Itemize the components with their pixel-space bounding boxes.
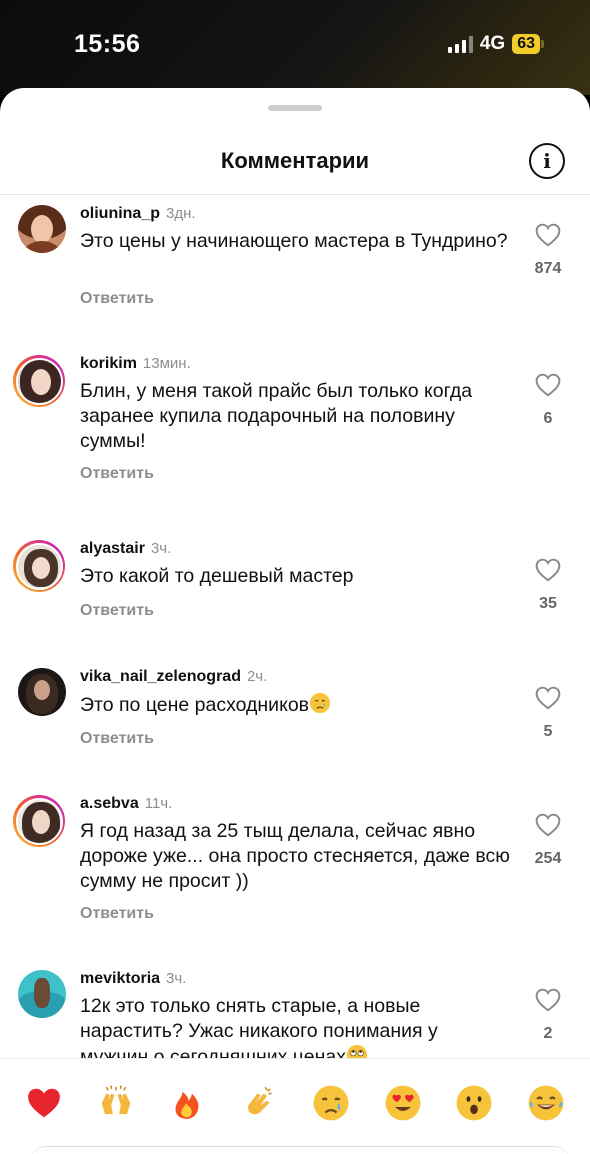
comment-username[interactable]: korikim: [80, 355, 137, 372]
comment-time: 3ч.: [150, 540, 172, 557]
comment-time: 2ч.: [246, 668, 268, 685]
comment-item: oliunina_p 3дн. Это цены у начинающего ма…: [0, 205, 590, 345]
reply-button[interactable]: Ответить: [80, 290, 154, 308]
comment-username[interactable]: meviktoria: [80, 970, 160, 987]
heart-icon[interactable]: [535, 373, 561, 397]
comment-header: oliunina_p 3дн.: [80, 205, 196, 223]
comment-time: 13мин.: [142, 355, 191, 372]
avatar[interactable]: [18, 668, 66, 716]
reply-button[interactable]: Ответить: [80, 905, 154, 923]
reply-button[interactable]: Ответить: [80, 602, 154, 620]
rolling-eyes-face-icon: [346, 1044, 368, 1058]
raising-hands-icon[interactable]: [95, 1082, 137, 1124]
comment-header: a.sebva 11ч.: [80, 795, 172, 813]
comment-username[interactable]: alyastair: [80, 540, 145, 557]
avatar[interactable]: [13, 795, 65, 847]
crying-face-icon[interactable]: [310, 1082, 352, 1124]
comment-text: Я год назад за 25 тыщ делала, сейчас явн…: [80, 820, 510, 892]
comment-text: Это по цене расходников: [80, 692, 520, 718]
avatar[interactable]: [18, 205, 66, 253]
comment-item: vika_nail_zelenograd 2ч. Это по цене расх…: [0, 668, 590, 778]
comment-item: a.sebva 11ч. Я год назад за 25 тыщ делала…: [0, 795, 590, 955]
like-count: 254: [534, 850, 562, 867]
info-icon[interactable]: i: [529, 143, 565, 179]
like-count: 35: [539, 595, 557, 612]
comment-text-content: Это по цене расходников: [80, 694, 310, 716]
surprised-face-icon[interactable]: [453, 1082, 495, 1124]
comment-text: Это какой то дешевый мастер: [80, 565, 354, 587]
reply-button[interactable]: Ответить: [80, 730, 154, 748]
tears-of-joy-face-icon[interactable]: [525, 1082, 567, 1124]
comment-username[interactable]: a.sebva: [80, 795, 139, 812]
reply-button[interactable]: Ответить: [80, 465, 154, 483]
network-type: 4G: [479, 33, 506, 54]
comment-time: 3дн.: [166, 205, 196, 222]
comment-item: meviktoria 3ч. 12к это только снять стары…: [0, 970, 590, 1058]
avatar[interactable]: [18, 970, 66, 1018]
heart-icon[interactable]: [535, 988, 561, 1012]
clapping-hands-icon[interactable]: [238, 1082, 280, 1124]
comment-username[interactable]: oliunina_p: [80, 205, 160, 222]
avatar[interactable]: [13, 355, 65, 407]
comment-text: Блин, у меня такой прайс был только когд…: [80, 380, 473, 452]
heart-eyes-face-icon[interactable]: [382, 1082, 424, 1124]
like-count: 874: [534, 260, 562, 277]
comment-header: meviktoria 3ч.: [80, 970, 186, 988]
comment-item: korikim 13мин. Блин, у меня такой прайс б…: [0, 355, 590, 525]
battery-icon: 63: [512, 34, 544, 54]
comment-text-content: 12к это только снять старые, а новые нар…: [80, 995, 438, 1058]
heart-icon[interactable]: [535, 686, 561, 710]
comment-input-peek[interactable]: [30, 1146, 570, 1154]
comment-item: alyastair 3ч. Это какой то дешевый мастер…: [0, 540, 590, 650]
comment-header: vika_nail_zelenograd 2ч.: [80, 668, 267, 686]
status-indicators: 4G 63: [447, 33, 544, 55]
fire-icon[interactable]: [166, 1082, 208, 1124]
crying-face-icon: [309, 692, 331, 714]
sheet-grab-handle[interactable]: [268, 105, 322, 111]
comment-text: Это цены у начинающего мастера в Тундрин…: [80, 230, 508, 252]
status-time: 15:56: [74, 30, 141, 58]
comment-header: alyastair 3ч.: [80, 540, 171, 558]
comment-time: 3ч.: [166, 970, 187, 987]
comment-header: korikim 13мин.: [80, 355, 191, 373]
red-heart-icon[interactable]: [23, 1082, 65, 1124]
comments-sheet: Комментарии i oliunina_p 3дн. Это цены у …: [0, 88, 590, 1154]
heart-icon[interactable]: [535, 223, 561, 247]
signal-icon: [447, 35, 473, 53]
avatar[interactable]: [13, 540, 65, 592]
emoji-bar-divider: [0, 1058, 590, 1059]
heart-icon[interactable]: [535, 558, 561, 582]
like-count: 6: [543, 410, 553, 427]
comment-time: 11ч.: [144, 795, 173, 812]
battery-level: 63: [512, 34, 540, 54]
comments-list[interactable]: oliunina_p 3дн. Это цены у начинающего ма…: [0, 195, 590, 1058]
like-count: 5: [543, 723, 553, 740]
like-count: 2: [543, 1025, 553, 1042]
heart-icon[interactable]: [535, 813, 561, 837]
comment-username[interactable]: vika_nail_zelenograd: [80, 668, 241, 685]
quick-emoji-bar: [0, 1073, 590, 1133]
page-title: Комментарии: [220, 148, 370, 173]
status-bar: 15:56 4G 63: [0, 0, 590, 95]
comment-text: 12к это только снять старые, а новые нар…: [80, 994, 500, 1058]
